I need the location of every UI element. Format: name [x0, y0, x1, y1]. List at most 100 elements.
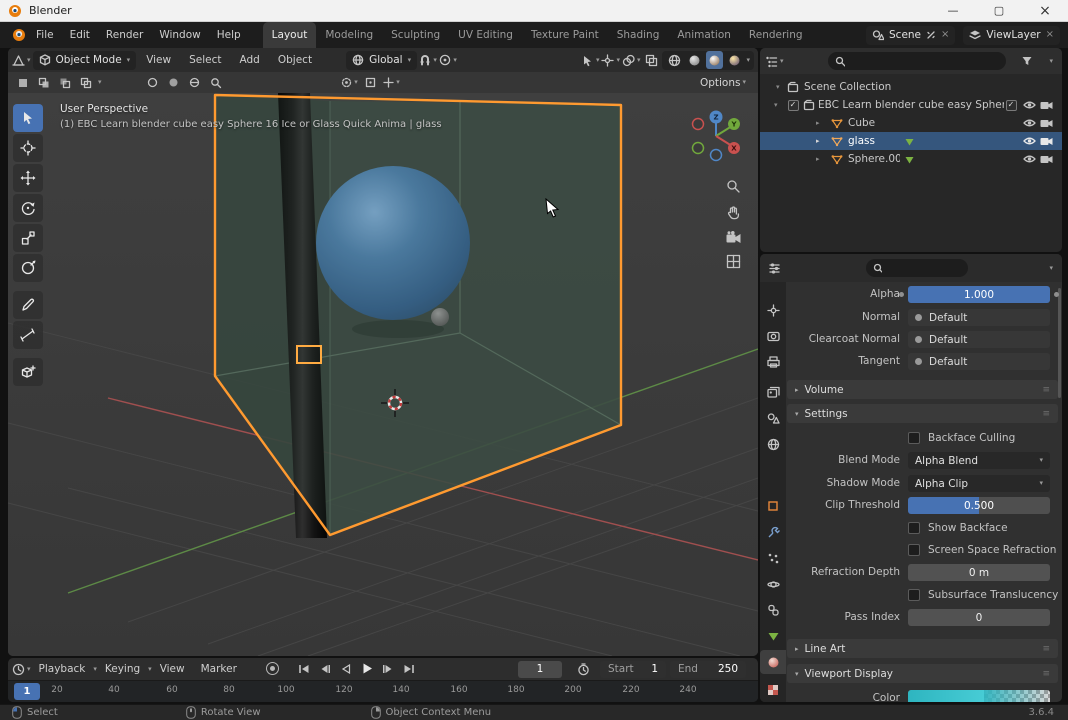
collection-exclude-checkbox[interactable]: ✓: [787, 99, 799, 111]
pan-hand-icon[interactable]: [726, 205, 741, 220]
caret-icon[interactable]: ▾: [1049, 264, 1053, 272]
shading-material-button[interactable]: [706, 51, 724, 69]
outliner-row-sphere[interactable]: ▸ Sphere.001: [760, 150, 1062, 168]
mode-selector[interactable]: Object Mode ▾: [32, 50, 137, 70]
jump-to-end-button[interactable]: [399, 660, 418, 677]
maximize-button[interactable]: ▢: [976, 0, 1022, 21]
menu-render[interactable]: Render: [98, 29, 151, 41]
backface-culling-checkbox[interactable]: [908, 432, 920, 444]
transform-orientation-selector[interactable]: Global ▾: [346, 50, 418, 70]
editor-type-button[interactable]: ▾: [12, 51, 31, 69]
tab-material[interactable]: [760, 650, 786, 674]
select-mode-extend-button[interactable]: [35, 74, 53, 92]
show-overlays-toggle[interactable]: ▾: [622, 51, 640, 69]
menu-window[interactable]: Window: [151, 29, 208, 41]
axis-x-neg-handle[interactable]: [691, 117, 705, 131]
tool-option-icon-1[interactable]: [144, 74, 162, 92]
tool-annotate[interactable]: [13, 291, 43, 319]
outliner-search[interactable]: [828, 52, 1006, 70]
tool-option-icon-2[interactable]: [165, 74, 183, 92]
subsurface-translucency-checkbox[interactable]: [908, 589, 920, 601]
play-reverse-button[interactable]: [336, 660, 355, 677]
shading-rendered-button[interactable]: [726, 51, 743, 69]
viewlayer-selector[interactable]: ViewLayer ×: [963, 25, 1060, 45]
outliner-row-glass[interactable]: ▸ glass: [760, 132, 1062, 150]
navigation-gizmo[interactable]: Z Y X: [688, 108, 744, 164]
pass-index-field[interactable]: 0: [908, 609, 1050, 626]
tool-select-box[interactable]: [13, 104, 43, 132]
snap-target-button[interactable]: [362, 74, 380, 92]
keyframe-dot[interactable]: [1054, 292, 1059, 297]
expander-icon[interactable]: ▸: [816, 132, 820, 150]
shading-solid-button[interactable]: [686, 51, 703, 69]
menu-keying[interactable]: Keying: [97, 663, 148, 675]
alpha-slider[interactable]: 1.000: [908, 286, 1050, 303]
tab-scene[interactable]: [760, 406, 786, 430]
refraction-depth-field[interactable]: 0 m: [908, 564, 1050, 581]
section-viewport-display[interactable]: ▾ Viewport Display ≡: [787, 664, 1058, 683]
select-mode-invert-button[interactable]: [77, 74, 95, 92]
show-backface-checkbox[interactable]: [908, 522, 920, 534]
tab-shading[interactable]: Shading: [608, 22, 669, 48]
menu-playback[interactable]: Playback: [31, 663, 94, 675]
outliner-editor-type-button[interactable]: ▾: [765, 52, 784, 70]
tab-view-layer[interactable]: [760, 380, 786, 404]
section-volume[interactable]: ▸ Volume ≡: [787, 380, 1058, 399]
menu-help[interactable]: Help: [209, 29, 249, 41]
tool-rotate[interactable]: [13, 194, 43, 222]
expander-icon[interactable]: ▸: [816, 150, 820, 168]
axis-y-neg-handle[interactable]: [691, 141, 705, 155]
select-mode-subtract-button[interactable]: [56, 74, 74, 92]
preview-range-toggle[interactable]: [574, 660, 592, 678]
collection-select-checkbox[interactable]: ✓: [1005, 99, 1017, 111]
eye-icon[interactable]: [1022, 100, 1036, 110]
minimize-button[interactable]: —: [930, 0, 976, 21]
eye-icon[interactable]: [1022, 136, 1036, 146]
start-frame-field[interactable]: Start 1: [600, 660, 666, 678]
prev-keyframe-button[interactable]: [315, 660, 334, 677]
camera-restrict-icon[interactable]: [1040, 154, 1053, 164]
viewport-canvas[interactable]: User Perspective (1) EBC Learn blender c…: [8, 93, 758, 656]
tab-modeling[interactable]: Modeling: [316, 22, 382, 48]
tab-texture-paint[interactable]: Texture Paint: [522, 22, 608, 48]
tangent-input[interactable]: Default: [908, 353, 1050, 370]
normal-input[interactable]: Default: [908, 309, 1050, 326]
tab-uv-editing[interactable]: UV Editing: [449, 22, 522, 48]
show-gizmo-toggle[interactable]: ▾: [601, 51, 620, 69]
screen-space-refraction-checkbox[interactable]: [908, 544, 920, 556]
tool-scale[interactable]: [13, 224, 43, 252]
tool-cursor[interactable]: [13, 134, 43, 162]
properties-search[interactable]: [866, 259, 968, 277]
section-line-art[interactable]: ▸ Line Art ≡: [787, 639, 1058, 658]
outliner-row-collection[interactable]: ▾ ✓ EBC Learn blender cube easy Sphere 1…: [760, 96, 1062, 114]
link-icon[interactable]: [926, 30, 936, 40]
outliner-row-scene-collection[interactable]: ▾ Scene Collection: [760, 78, 1062, 96]
selectability-toggle[interactable]: ▾: [581, 51, 599, 69]
tab-rendering[interactable]: Rendering: [740, 22, 812, 48]
jump-to-start-button[interactable]: [294, 660, 313, 677]
tab-sculpting[interactable]: Sculpting: [382, 22, 449, 48]
menu-select[interactable]: Select: [181, 54, 229, 66]
blend-mode-dropdown[interactable]: Alpha Blend ▾: [908, 452, 1050, 469]
eye-icon[interactable]: [1022, 118, 1036, 128]
section-settings[interactable]: ▾ Settings ≡: [787, 404, 1058, 423]
auto-keying-toggle[interactable]: [266, 662, 279, 675]
viewlayer-close-button[interactable]: ×: [1046, 30, 1054, 40]
scene-selector[interactable]: Scene ×: [866, 25, 956, 45]
tool-add-cube[interactable]: [13, 358, 43, 386]
viewport-color-swatch[interactable]: [908, 690, 1050, 702]
pivot-point-button[interactable]: ▾: [341, 74, 359, 92]
expander-icon[interactable]: ▸: [816, 114, 820, 132]
properties-editor-type-button[interactable]: [765, 259, 783, 277]
menu-edit[interactable]: Edit: [62, 29, 98, 41]
caret-icon[interactable]: ▾: [1049, 57, 1053, 65]
blender-menu-icon[interactable]: [10, 28, 28, 42]
axis-z-neg-handle[interactable]: [709, 148, 723, 162]
tool-option-icon-3[interactable]: [186, 74, 204, 92]
tool-options-dropdown[interactable]: Options ▾: [694, 74, 752, 92]
camera-restrict-icon[interactable]: [1040, 136, 1053, 146]
keyframe-dot[interactable]: [899, 292, 904, 297]
end-frame-field[interactable]: End 250: [670, 660, 746, 678]
current-frame-field[interactable]: 1: [518, 660, 562, 678]
camera-view-icon[interactable]: [726, 231, 741, 243]
